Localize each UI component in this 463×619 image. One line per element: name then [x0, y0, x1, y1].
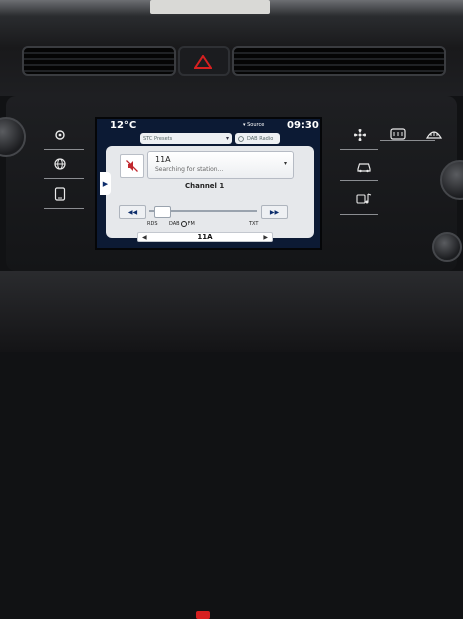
station-status: Searching for station... — [155, 166, 224, 173]
radio-icon — [238, 135, 244, 142]
touchscreen: 12°C ▾ Source 09:30 STC Presets ▾ DAB Ra… — [95, 117, 322, 250]
phone-icon — [54, 187, 66, 201]
left-air-vent — [22, 46, 176, 76]
globe-icon — [54, 158, 66, 170]
frequency-down-button[interactable]: ◀ — [142, 234, 147, 241]
temperature-readout: 12°C — [110, 120, 137, 131]
car-icon — [357, 163, 371, 173]
dab-fm-prefix: DAB — [169, 221, 180, 227]
front-defrost-button[interactable] — [420, 122, 448, 146]
divider — [44, 178, 84, 179]
status-bar: 12°C ▾ Source 09:30 — [97, 119, 320, 133]
frequency-readout: 11A — [197, 233, 213, 241]
frequency-up-button[interactable]: ▶ — [263, 234, 268, 241]
media-button[interactable] — [350, 187, 378, 211]
chevron-down-icon: ▾ — [225, 135, 229, 142]
rewind-icon: ◀◀ — [127, 208, 138, 216]
lower-right-knob[interactable] — [432, 232, 462, 262]
seek-forward-button[interactable]: ▶▶ — [261, 205, 288, 219]
navigation-button[interactable] — [46, 152, 74, 176]
dab-radio-label: DAB Radio — [247, 135, 274, 142]
frequency-bar: ◀ 11A ▶ — [137, 232, 273, 242]
hazard-icon — [194, 55, 212, 69]
side-menu-tab[interactable]: ▶ — [100, 172, 111, 195]
right-air-vent — [232, 46, 446, 76]
settings-button[interactable] — [46, 123, 74, 147]
dashboard-top — [0, 0, 463, 16]
music-icon — [356, 193, 372, 204]
rear-defrost-button[interactable] — [384, 122, 412, 146]
band-select-label: STC Presets — [143, 135, 173, 142]
hazard-button[interactable] — [191, 53, 215, 71]
lower-console — [0, 271, 463, 619]
fan-icon — [354, 129, 366, 141]
station-name: 11A — [155, 155, 171, 164]
mute-button[interactable] — [120, 154, 144, 178]
divider — [380, 140, 435, 141]
dab-fm-toggle-ring — [180, 221, 187, 227]
climate-button[interactable] — [347, 123, 375, 147]
paper-on-dashboard — [150, 0, 270, 14]
divider — [44, 149, 84, 150]
seek-back-button[interactable]: ◀◀ — [119, 205, 146, 219]
dab-radio-button[interactable]: DAB Radio — [235, 133, 280, 144]
clock: 09:30 — [287, 120, 319, 131]
divider — [340, 149, 378, 150]
divider — [340, 180, 378, 181]
speaker-muted-icon — [126, 160, 138, 172]
divider — [44, 208, 84, 209]
station-selector[interactable]: 11A Searching for station... ▾ — [147, 151, 294, 179]
rds-toggle[interactable]: RDS — [147, 221, 158, 227]
rear-defrost-icon — [390, 128, 406, 140]
warning-light — [196, 611, 210, 619]
source-label: Source — [247, 122, 265, 128]
divider — [340, 214, 378, 215]
band-select-dropdown[interactable]: STC Presets ▾ — [140, 133, 232, 144]
channel-label: Channel 1 — [185, 182, 225, 190]
chevron-down-icon: ▾ — [283, 160, 287, 167]
dab-fm-suffix: FM — [187, 221, 195, 227]
fast-forward-icon: ▶▶ — [269, 208, 280, 216]
txt-toggle[interactable]: TXT — [249, 221, 258, 227]
gear-icon — [55, 130, 65, 140]
vehicle-button[interactable] — [350, 155, 378, 179]
front-defrost-icon — [426, 131, 442, 139]
dab-fm-toggle[interactable]: DAB FM — [169, 221, 195, 227]
tuning-slider-thumb[interactable] — [153, 206, 171, 218]
source-button[interactable]: ▾ Source — [243, 122, 264, 128]
chevron-right-icon: ▶ — [102, 179, 109, 188]
phone-button[interactable] — [46, 182, 74, 206]
